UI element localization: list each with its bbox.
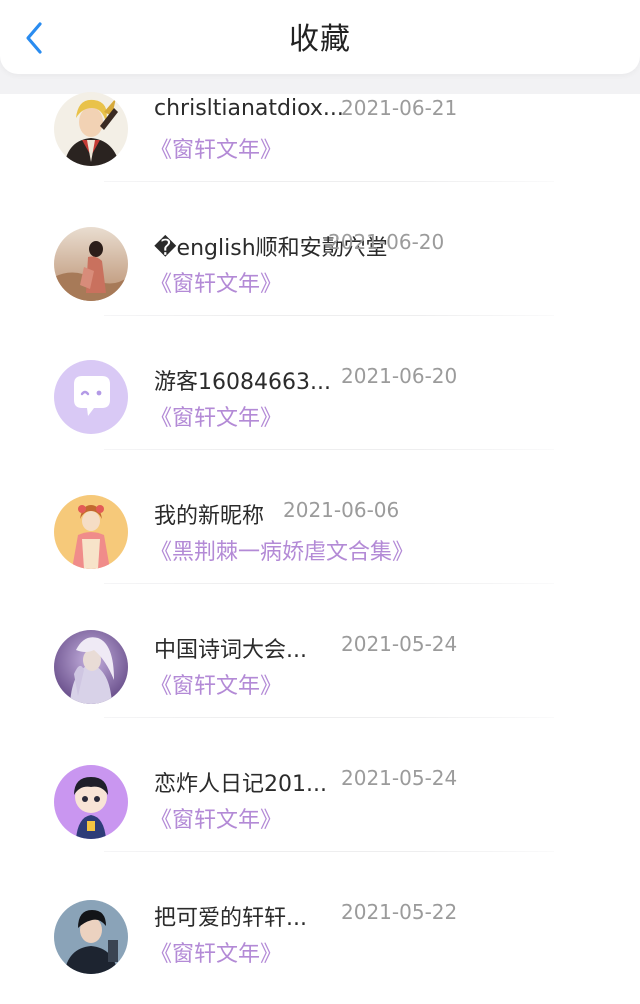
favorites-screen: 收藏 chrisltianatdiox... 2021-06-21 《窗轩文年》 (0, 0, 640, 1004)
row-divider (104, 717, 554, 718)
row-divider (104, 449, 554, 450)
list-item[interactable]: 恋炸人日记201... 2021-05-24 《窗轩文年》 (0, 750, 640, 884)
collection-link[interactable]: 《窗轩文年》 (150, 400, 282, 432)
list-item[interactable]: 中国诗词大会... 2021-05-24 《窗轩文年》 (0, 616, 640, 750)
item-name: 我的新昵称 (154, 504, 265, 529)
row-divider (104, 315, 554, 316)
item-name: 游客16084663... (154, 370, 331, 395)
item-date: 2021-05-24 (341, 766, 458, 790)
avatar-blonde-character[interactable] (54, 92, 128, 166)
avatar-kimono-girl[interactable] (54, 495, 128, 569)
top-bar: 收藏 (0, 0, 640, 74)
row-divider (104, 181, 554, 182)
item-date: 2021-05-24 (341, 632, 458, 656)
avatar-chibi-boy[interactable] (54, 765, 128, 839)
collection-link[interactable]: 《窗轩文年》 (150, 668, 282, 700)
row-divider (104, 851, 554, 852)
collection-link[interactable]: 《窗轩文年》 (150, 132, 282, 164)
collection-link[interactable]: 《窗轩文年》 (150, 266, 282, 298)
avatar-default-chat[interactable] (54, 360, 128, 434)
avatar-silver-hair[interactable] (54, 630, 128, 704)
collection-link[interactable]: 《窗轩文年》 (150, 802, 282, 834)
page-title: 收藏 (289, 22, 351, 57)
item-name: 恋炸人日记201... (154, 772, 327, 797)
list-item[interactable]: chrisltianatdiox... 2021-06-21 《窗轩文年》 (0, 80, 640, 214)
list-item[interactable]: 把可爱的轩轩... 2021-05-22 《窗轩文年》 (0, 884, 640, 1004)
item-date: 2021-06-21 (341, 96, 458, 120)
list-item[interactable]: 我的新昵称 2021-06-06 《黑荆棘一病娇虐文合集》 (0, 482, 640, 616)
item-date: 2021-06-20 (341, 364, 458, 388)
item-date: 2021-05-22 (341, 900, 458, 924)
collection-link[interactable]: 《窗轩文年》 (150, 936, 282, 968)
row-divider (104, 583, 554, 584)
item-name: 把可爱的轩轩... (154, 906, 307, 931)
avatar-young-man[interactable] (54, 900, 128, 974)
list-item[interactable]: 游客16084663... 2021-06-20 《窗轩文年》 (0, 348, 640, 482)
item-name: 中国诗词大会... (154, 638, 307, 663)
collection-link[interactable]: 《黑荆棘一病娇虐文合集》 (150, 534, 414, 566)
item-date: 2021-06-06 (283, 498, 400, 522)
item-name: chrisltianatdiox... (154, 96, 344, 121)
list-item[interactable]: �english顺和安勣穴堂 2021-06-20 《窗轩文年》 (0, 214, 640, 348)
item-date: 2021-06-20 (328, 230, 445, 254)
avatar-woman-desert[interactable] (54, 227, 128, 301)
